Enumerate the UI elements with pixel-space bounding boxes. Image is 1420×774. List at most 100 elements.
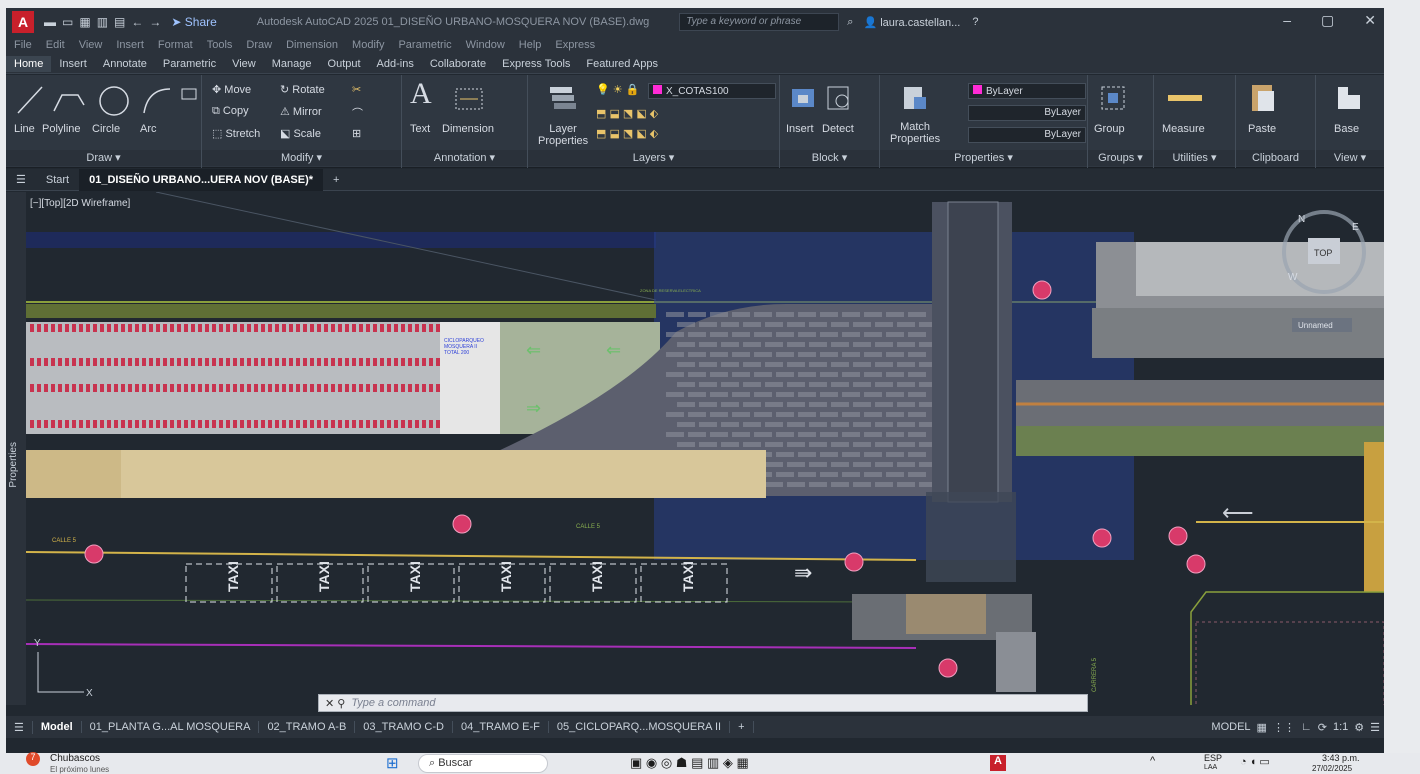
- ribbon-tab-insert[interactable]: Insert: [51, 56, 95, 72]
- ribbon-tab-view[interactable]: View: [224, 56, 264, 72]
- layer-tools-row2[interactable]: ⬒ ⬓ ⬔ ⬕ ⬖: [596, 127, 658, 140]
- current-layer-dropdown[interactable]: X_COTAS100: [648, 83, 776, 99]
- snap-icon[interactable]: ⋮⋮: [1273, 721, 1295, 734]
- layout-tab[interactable]: 05_CICLOPARQ...MOSQUERA II: [549, 721, 731, 733]
- match-properties-label[interactable]: Match Properties: [890, 121, 940, 145]
- annotation-panel-title[interactable]: Annotation ▾: [402, 150, 527, 166]
- rectangle-icon[interactable]: [181, 88, 197, 100]
- layout-tab[interactable]: 04_TRAMO E-F: [453, 721, 549, 733]
- groups-panel-title[interactable]: Groups ▾: [1088, 150, 1153, 166]
- text-tool-label[interactable]: Text: [410, 123, 430, 135]
- menu-format[interactable]: Format: [158, 39, 193, 51]
- menu-dimension[interactable]: Dimension: [286, 39, 338, 51]
- annotation-scale[interactable]: 1:1: [1333, 721, 1348, 733]
- clock-time[interactable]: 3:43 p.m.: [1322, 753, 1360, 763]
- taskbar-app-icons[interactable]: ▣ ◉ ◎ ☗ ▤ ▥ ◈ ▦: [630, 755, 749, 771]
- menu-draw[interactable]: Draw: [246, 39, 272, 51]
- minimize-icon[interactable]: –: [1283, 12, 1291, 29]
- mirror-button[interactable]: ⚠ Mirror: [280, 105, 322, 118]
- clipboard-panel-title[interactable]: Clipboard: [1236, 150, 1315, 166]
- ribbon-tab-annotate[interactable]: Annotate: [95, 56, 155, 72]
- model-space-toggle[interactable]: MODEL: [1211, 721, 1250, 733]
- ribbon-tab-manage[interactable]: Manage: [264, 56, 320, 72]
- viewport-controls-label[interactable]: [−][Top][2D Wireframe]: [30, 198, 130, 209]
- copy-button[interactable]: ⧉ Copy: [212, 105, 249, 118]
- insert-tool-label[interactable]: Insert: [786, 123, 814, 135]
- layout-menu-icon[interactable]: ☰: [6, 720, 33, 734]
- array-icon[interactable]: ⊞: [352, 127, 361, 140]
- maximize-icon[interactable]: ▢: [1321, 12, 1334, 29]
- layout-tab[interactable]: Model: [33, 721, 82, 733]
- arc-tool-label[interactable]: Arc: [140, 123, 157, 135]
- menu-modify[interactable]: Modify: [352, 39, 384, 51]
- menu-express[interactable]: Express: [555, 39, 595, 51]
- tab-start[interactable]: Start: [36, 169, 79, 191]
- search-icon[interactable]: ⌕: [847, 16, 853, 29]
- menu-file[interactable]: File: [14, 39, 32, 51]
- properties-panel-title[interactable]: Properties ▾: [880, 150, 1087, 166]
- menu-edit[interactable]: Edit: [46, 39, 65, 51]
- ribbon-tab-home[interactable]: Home: [6, 55, 52, 72]
- layer-tools-row1[interactable]: ⬒ ⬓ ⬔ ⬕ ⬖: [596, 107, 658, 120]
- circle-icon[interactable]: [99, 86, 129, 116]
- dimension-icon[interactable]: [454, 85, 484, 113]
- add-layout-icon[interactable]: +: [730, 721, 754, 733]
- text-icon[interactable]: A: [410, 77, 432, 111]
- polyline-tool-label[interactable]: Polyline: [42, 123, 81, 135]
- move-button[interactable]: ✥ Move: [212, 83, 251, 96]
- detect-icon[interactable]: [824, 83, 854, 113]
- layers-panel-title[interactable]: Layers ▾: [528, 150, 779, 166]
- share-button[interactable]: ➤ Share: [171, 15, 216, 29]
- menu-help[interactable]: Help: [519, 39, 542, 51]
- customize-icon[interactable]: ☰: [1370, 721, 1380, 734]
- rotate-button[interactable]: ↻ Rotate: [280, 83, 325, 96]
- weather-title[interactable]: Chubascos: [50, 753, 100, 764]
- trim-icon[interactable]: ✂: [352, 83, 361, 96]
- save-as-icon[interactable]: ▥: [97, 15, 108, 29]
- properties-palette-bar[interactable]: Properties: [6, 192, 26, 705]
- command-input[interactable]: Type a command: [351, 697, 435, 709]
- layout-tab[interactable]: 01_PLANTA G...AL MOSQUERA: [82, 721, 260, 733]
- polyline-icon[interactable]: [53, 94, 85, 112]
- new-file-icon[interactable]: ▬: [44, 15, 56, 29]
- undo-icon[interactable]: ←: [131, 15, 143, 29]
- close-icon[interactable]: ✕: [1364, 12, 1376, 29]
- layer-properties-icon[interactable]: [548, 83, 578, 111]
- layout-tab[interactable]: 03_TRAMO C-D: [355, 721, 453, 733]
- wifi-volume-icons[interactable]: ◔ ◖ ▭: [1240, 755, 1270, 768]
- color-dropdown[interactable]: ByLayer: [968, 83, 1086, 99]
- group-tool-label[interactable]: Group: [1094, 123, 1125, 135]
- ribbon-tab-featured-apps[interactable]: Featured Apps: [578, 56, 666, 72]
- command-close-icon[interactable]: ✕ ⚲: [319, 697, 351, 710]
- language-indicator[interactable]: ESP: [1204, 753, 1222, 763]
- layer-state-icons[interactable]: 💡 ☀ 🔒: [596, 83, 639, 96]
- user-account[interactable]: 👤 laura.castellan...: [863, 16, 960, 29]
- view-panel-title[interactable]: View ▾: [1316, 150, 1384, 166]
- group-icon[interactable]: [1098, 83, 1128, 113]
- command-line[interactable]: ✕ ⚲ Type a command: [318, 694, 1088, 712]
- workspace-gear-icon[interactable]: ⚙: [1354, 721, 1364, 734]
- ribbon-tab-parametric[interactable]: Parametric: [155, 56, 224, 72]
- polar-icon[interactable]: ⟳: [1318, 721, 1327, 734]
- keyword-search-input[interactable]: Type a keyword or phrase: [679, 13, 840, 31]
- block-panel-title[interactable]: Block ▾: [780, 150, 879, 166]
- menu-view[interactable]: View: [79, 39, 103, 51]
- stretch-button[interactable]: ⬚ Stretch: [212, 127, 260, 140]
- save-icon[interactable]: ▦: [79, 15, 90, 29]
- paste-tool-label[interactable]: Paste: [1248, 123, 1276, 135]
- new-tab-plus-icon[interactable]: +: [323, 169, 349, 191]
- redo-icon[interactable]: →: [149, 15, 161, 29]
- autocad-taskbar-icon[interactable]: A: [990, 755, 1006, 771]
- lineweight-dropdown[interactable]: ByLayer: [968, 127, 1086, 143]
- match-properties-icon[interactable]: [900, 83, 930, 113]
- menu-window[interactable]: Window: [466, 39, 505, 51]
- windows-start-icon[interactable]: ⊞: [386, 754, 399, 772]
- detect-tool-label[interactable]: Detect: [822, 123, 854, 135]
- ortho-icon[interactable]: ∟: [1301, 721, 1312, 733]
- paste-icon[interactable]: [1248, 81, 1278, 115]
- tray-chevron-icon[interactable]: ^: [1150, 755, 1155, 767]
- tab-current-drawing[interactable]: 01_DISEÑO URBANO...UERA NOV (BASE)*: [79, 168, 324, 191]
- line-icon[interactable]: [17, 86, 43, 114]
- layout-tab[interactable]: 02_TRAMO A-B: [259, 721, 356, 733]
- scale-button[interactable]: ⬕ Scale: [280, 127, 321, 140]
